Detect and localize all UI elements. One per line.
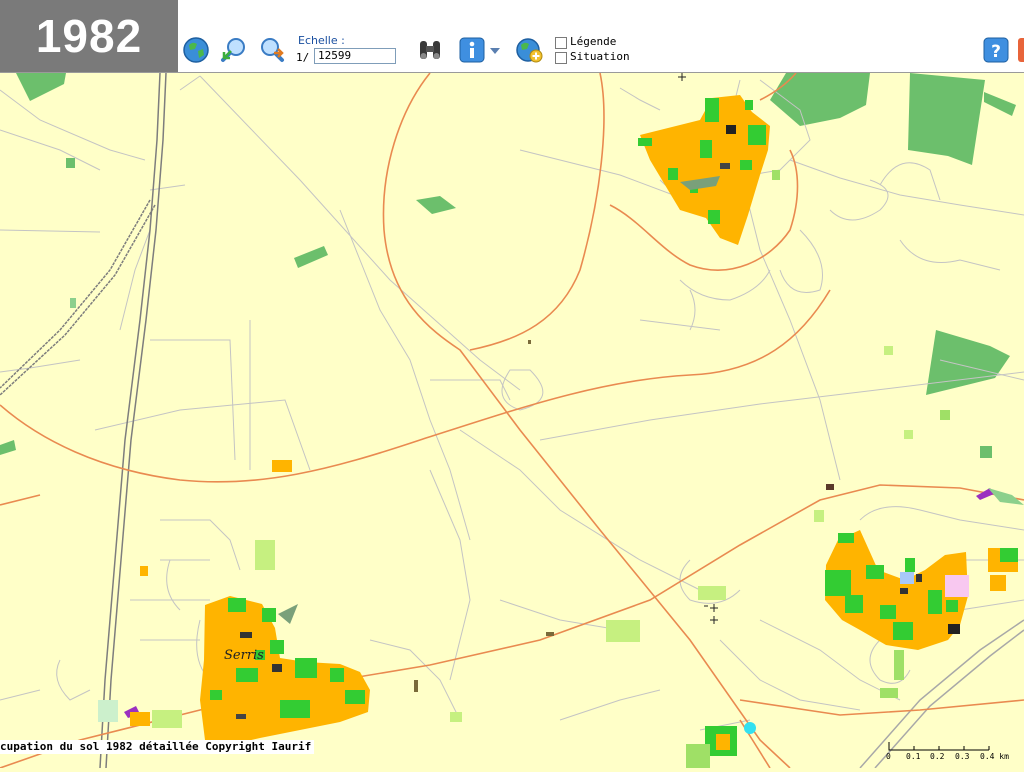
map-view[interactable]: Serris bbox=[0, 73, 1024, 768]
info-dropdown[interactable] bbox=[487, 35, 503, 65]
situation-checkbox-label: Situation bbox=[570, 50, 630, 63]
binoculars-icon bbox=[420, 41, 440, 59]
info-icon bbox=[459, 37, 485, 63]
legend-checkbox-label: Légende bbox=[570, 35, 617, 48]
situation-checkbox[interactable] bbox=[555, 52, 567, 64]
search-button[interactable] bbox=[415, 35, 445, 65]
scale-tick-2: 0.2 bbox=[930, 752, 945, 761]
svg-text:?: ? bbox=[991, 42, 1001, 62]
help-button[interactable]: ? bbox=[981, 35, 1011, 65]
help-icon: ? bbox=[983, 37, 1009, 63]
scale-tick-0: 0 bbox=[886, 752, 891, 761]
scale-tick-3: 0.3 bbox=[955, 752, 970, 761]
scale-label: Echelle : bbox=[298, 34, 345, 47]
globe-add-button[interactable] bbox=[514, 35, 544, 65]
partial-tool-icon bbox=[1018, 38, 1024, 62]
scale-bar: 0 0.1 0.2 0.3 0.4 km bbox=[884, 736, 1024, 768]
dropdown-arrow-icon bbox=[490, 48, 500, 54]
scale-tick-1: 0.1 bbox=[906, 752, 921, 761]
zoom-in-button[interactable] bbox=[219, 35, 249, 65]
extra-button[interactable] bbox=[1016, 35, 1024, 65]
globe-add-icon bbox=[516, 38, 543, 63]
legend-checkbox[interactable] bbox=[555, 37, 567, 49]
info-button[interactable] bbox=[457, 35, 487, 65]
zoom-out-icon bbox=[261, 38, 284, 62]
globe-zoom-extent-button[interactable] bbox=[181, 35, 211, 65]
scale-tick-4: 0.4 km bbox=[980, 752, 1009, 761]
map-canvas bbox=[0, 73, 1024, 768]
zoom-out-button[interactable] bbox=[257, 35, 287, 65]
copyright-text: cupation du sol 1982 détaillée Copyright… bbox=[0, 740, 315, 754]
place-label-serris: Serris bbox=[224, 648, 264, 663]
zoom-in-icon bbox=[221, 38, 245, 62]
globe-zoom-extent-icon bbox=[183, 37, 209, 63]
year-badge: 1982 bbox=[0, 0, 178, 72]
toolbar: 1982 Echelle : 1/ 12599 Légende Situatio… bbox=[0, 0, 1024, 73]
scale-input[interactable]: 12599 bbox=[314, 48, 396, 64]
scale-prefix: 1/ bbox=[296, 51, 310, 64]
